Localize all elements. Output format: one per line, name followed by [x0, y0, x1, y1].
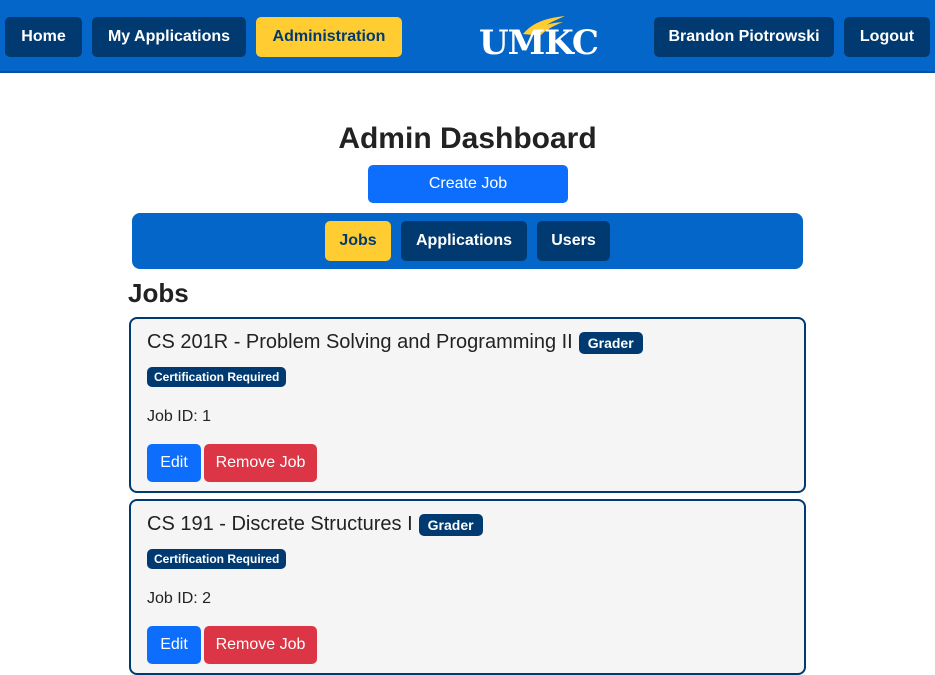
job-card: CS 201R - Problem Solving and Programmin… [129, 317, 806, 493]
top-navbar: Home My Applications Administration UMKC… [0, 0, 935, 73]
create-job-button[interactable]: Create Job [368, 165, 568, 203]
certification-badge: Certification Required [147, 549, 287, 569]
job-id: Job ID: 1 [147, 408, 212, 425]
admin-tab-bar: Jobs Applications Users [132, 213, 803, 269]
role-badge: Grader [418, 513, 483, 536]
tab-jobs[interactable]: Jobs [325, 221, 391, 261]
umkc-logo[interactable]: UMKC [474, 14, 599, 62]
job-title-row: CS 201R - Problem Solving and Programmin… [147, 331, 643, 354]
section-title: Jobs [128, 278, 189, 308]
nav-administration-button[interactable]: Administration [256, 17, 402, 57]
edit-job-button[interactable]: Edit [147, 444, 201, 482]
tab-applications[interactable]: Applications [401, 221, 527, 261]
job-id: Job ID: 2 [147, 590, 212, 607]
certification-badge: Certification Required [147, 367, 287, 387]
remove-job-button[interactable]: Remove Job [204, 626, 317, 664]
job-title-row: CS 191 - Discrete Structures I Grader [147, 513, 483, 536]
tab-users[interactable]: Users [537, 221, 610, 261]
page-title: Admin Dashboard [338, 122, 597, 155]
user-profile-button[interactable]: Brandon Piotrowski [654, 17, 834, 57]
job-title: CS 191 - Discrete Structures I [147, 513, 413, 535]
role-badge: Grader [578, 331, 643, 354]
nav-my-applications-button[interactable]: My Applications [92, 17, 246, 57]
edit-job-button[interactable]: Edit [147, 626, 201, 664]
job-title: CS 201R - Problem Solving and Programmin… [147, 331, 573, 353]
nav-home-button[interactable]: Home [5, 17, 82, 57]
logo-text: UMKC [479, 23, 599, 63]
remove-job-button[interactable]: Remove Job [204, 444, 317, 482]
job-card: CS 191 - Discrete Structures I Grader Ce… [129, 499, 806, 675]
logout-button[interactable]: Logout [844, 17, 930, 57]
